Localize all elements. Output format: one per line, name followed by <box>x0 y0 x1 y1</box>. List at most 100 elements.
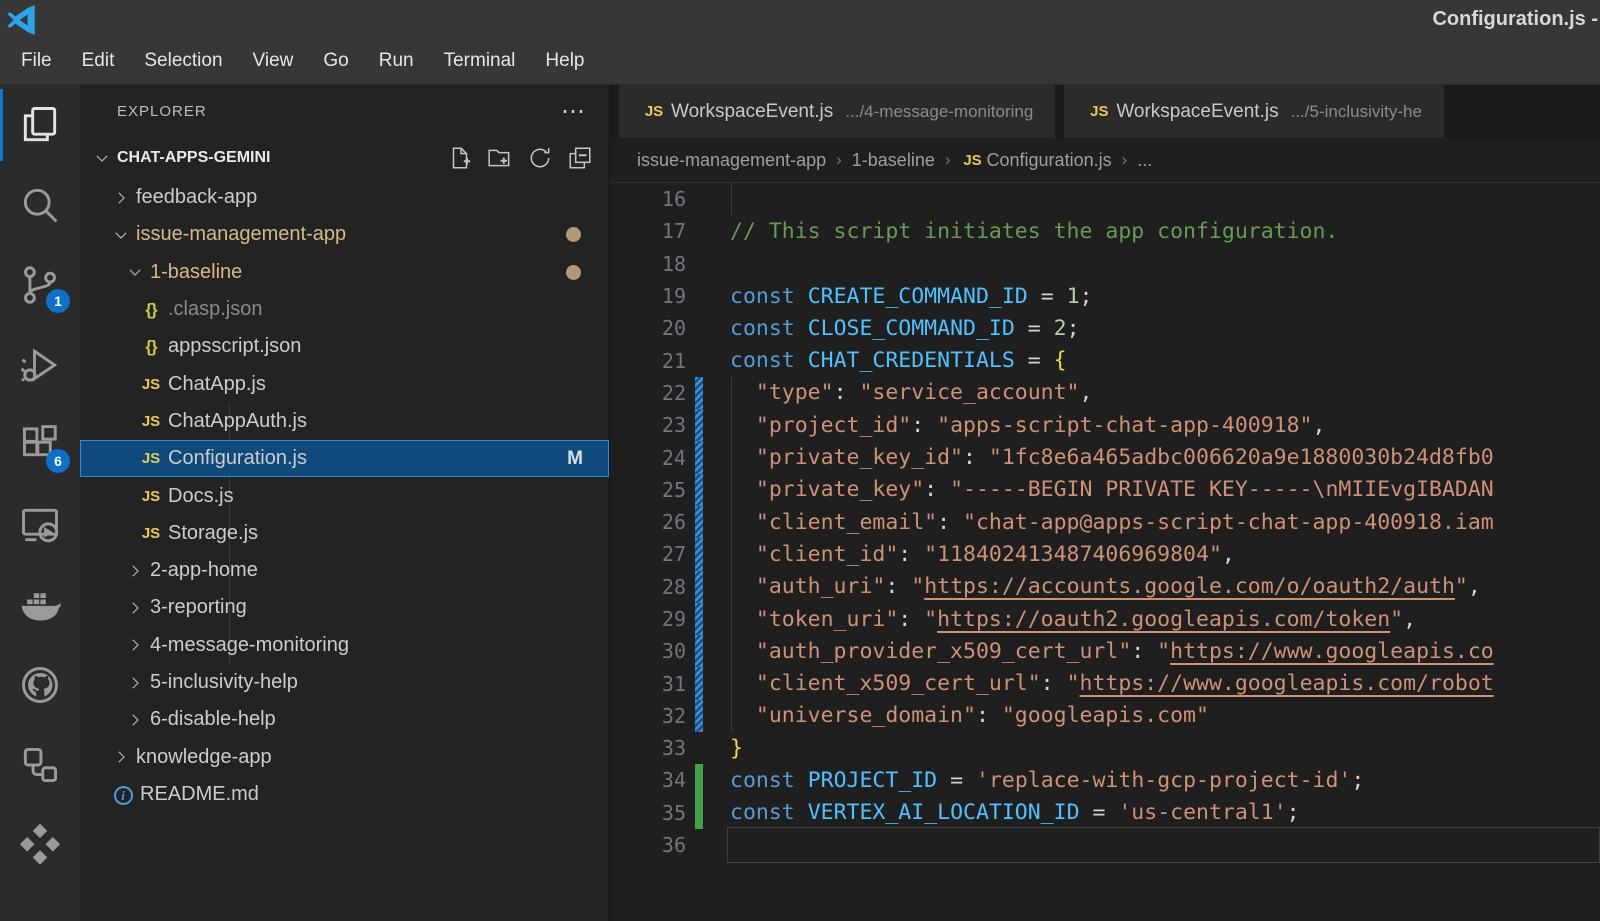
breadcrumb-item[interactable]: issue-management-app <box>637 150 826 171</box>
tree-folder-5-inclusivity-help[interactable]: 5-inclusivity-help <box>80 664 609 701</box>
activity-docker[interactable] <box>0 565 80 645</box>
new-file-icon[interactable] <box>447 145 473 171</box>
activity-search[interactable] <box>0 165 80 245</box>
js-file-icon: JS <box>136 525 166 542</box>
tree-folder-4-message-monitoring[interactable]: 4-message-monitoring <box>80 627 609 664</box>
tree-item-label: 6-disable-help <box>150 708 276 731</box>
tree-file-docs-js[interactable]: JSDocs.js <box>80 477 609 514</box>
tab-path: .../5-inclusivity-he <box>1291 102 1422 122</box>
activity-explorer[interactable] <box>0 85 80 165</box>
menu-terminal[interactable]: Terminal <box>429 44 531 78</box>
remote-explorer-icon <box>18 503 62 547</box>
js-file-icon: JS <box>1086 103 1112 120</box>
chevron-down-icon <box>122 263 148 281</box>
activity-bar: 16 <box>0 85 80 921</box>
tree-folder-3-reporting[interactable]: 3-reporting <box>80 589 609 626</box>
tree-folder-knowledge-app[interactable]: knowledge-app <box>80 738 609 775</box>
indent-guide <box>731 377 732 409</box>
menu-go[interactable]: Go <box>308 44 363 78</box>
collapse-all-icon[interactable] <box>567 145 593 171</box>
json-file-icon: {} <box>136 337 166 357</box>
git-gutter <box>695 280 703 312</box>
menu-selection[interactable]: Selection <box>129 44 237 78</box>
tree-item-label: ChatApp.js <box>168 373 266 396</box>
activity-remote-explorer[interactable] <box>0 485 80 565</box>
tree-item-label: 1-baseline <box>150 261 242 284</box>
breadcrumb-item[interactable]: JSConfiguration.js <box>961 150 1112 171</box>
code-text: const CREATE_COMMAND_ID = 1; <box>730 284 1093 309</box>
js-file-icon: JS <box>641 103 667 120</box>
activity-project-manager[interactable] <box>0 725 80 805</box>
tree-item-label: 4-message-monitoring <box>150 634 349 657</box>
code-editor[interactable]: 1617// This script initiates the app con… <box>610 183 1600 921</box>
activity-gemini-assist[interactable] <box>0 805 80 885</box>
tree-folder-6-disable-help[interactable]: 6-disable-help <box>80 701 609 738</box>
tree-folder-2-app-home[interactable]: 2-app-home <box>80 552 609 589</box>
explorer-sidebar: EXPLORER ⋯ CHAT-APPS-GEMINI feedback-app… <box>80 85 610 921</box>
activity-source-control[interactable]: 1 <box>0 245 80 325</box>
menu-help[interactable]: Help <box>530 44 599 78</box>
code-text: "project_id": "apps-script-chat-app-4009… <box>730 413 1325 438</box>
code-line-27: 27 "client_id": "118402413487406969804", <box>610 538 1600 570</box>
code-line-32: 32 "universe_domain": "googleapis.com" <box>610 700 1600 732</box>
line-number: 25 <box>610 478 686 502</box>
chevron-right-icon <box>122 674 148 692</box>
tree-item-label: README.md <box>140 783 259 806</box>
code-text: "client_x509_cert_url": "https://www.goo… <box>730 671 1494 696</box>
menu-run[interactable]: Run <box>364 44 429 78</box>
tree-file-chatapp-js[interactable]: JSChatApp.js <box>80 365 609 402</box>
git-gutter-added <box>695 764 703 796</box>
linked-squares-icon <box>18 743 62 787</box>
git-gutter-modified <box>695 377 703 409</box>
editor-tab-1[interactable]: JSWorkspaceEvent.js.../4-message-monitor… <box>619 85 1055 138</box>
chevron-right-icon <box>108 748 134 766</box>
activity-github[interactable] <box>0 645 80 725</box>
line-number: 33 <box>610 736 686 760</box>
code-text: "type": "service_account", <box>730 380 1092 405</box>
tree-item-label: Docs.js <box>168 485 234 508</box>
menu-edit[interactable]: Edit <box>67 44 130 78</box>
code-line-24: 24 "private_key_id": "1fc8e6a465adbc0066… <box>610 441 1600 473</box>
js-file-icon: JS <box>136 413 166 430</box>
line-number: 30 <box>610 639 686 663</box>
tree-folder-feedback-app[interactable]: feedback-app <box>80 179 609 216</box>
menu-view[interactable]: View <box>238 44 309 78</box>
vscode-logo-icon <box>6 5 36 35</box>
four-diamonds-icon <box>18 823 62 867</box>
breadcrumb-separator: › <box>836 150 842 170</box>
tree-file-configuration-js[interactable]: JSConfiguration.jsM <box>80 440 609 477</box>
breadcrumb-item[interactable]: 1-baseline <box>852 150 935 171</box>
editor-tab-2[interactable]: JSWorkspaceEvent.js.../5-inclusivity-he <box>1064 85 1444 138</box>
breadcrumb-item[interactable]: ... <box>1137 150 1152 171</box>
indent-guide <box>731 183 732 215</box>
more-actions-icon[interactable]: ⋯ <box>561 97 587 126</box>
chevron-right-icon <box>108 189 134 207</box>
code-line-17: 17// This script initiates the app confi… <box>610 215 1600 247</box>
run-debug-icon <box>18 343 62 387</box>
refresh-icon[interactable] <box>527 145 553 171</box>
code-text: "private_key": "-----BEGIN PRIVATE KEY--… <box>730 477 1494 502</box>
git-gutter <box>695 215 703 247</box>
line-number: 31 <box>610 672 686 696</box>
tree-file-appsscript-json[interactable]: {}appsscript.json <box>80 328 609 365</box>
code-text: "universe_domain": "googleapis.com" <box>730 703 1209 728</box>
breadcrumb: issue-management-app›1-baseline›JSConfig… <box>610 138 1600 183</box>
menu-bar: FileEditSelectionViewGoRunTerminalHelp <box>0 38 1600 85</box>
code-line-33: 33} <box>610 732 1600 764</box>
badge: 1 <box>46 289 70 313</box>
activity-run-and-debug[interactable] <box>0 325 80 405</box>
tree-file-readme-md[interactable]: iREADME.md <box>80 776 609 813</box>
tree-folder-issue-management-app[interactable]: issue-management-app <box>80 216 609 253</box>
tree-file-storage-js[interactable]: JSStorage.js <box>80 515 609 552</box>
workspace-section-header[interactable]: CHAT-APPS-GEMINI <box>80 137 609 179</box>
menu-file[interactable]: File <box>6 44 67 78</box>
code-line-23: 23 "project_id": "apps-script-chat-app-4… <box>610 409 1600 441</box>
tree-file-chatappauth-js[interactable]: JSChatAppAuth.js <box>80 403 609 440</box>
activity-extensions[interactable]: 6 <box>0 405 80 485</box>
tree-folder-1-baseline[interactable]: 1-baseline <box>80 254 609 291</box>
tree-file--clasp-json[interactable]: {}.clasp.json <box>80 291 609 328</box>
new-folder-icon[interactable] <box>487 145 513 171</box>
line-number: 22 <box>610 381 686 405</box>
line-number: 29 <box>610 607 686 631</box>
git-gutter <box>695 732 703 764</box>
